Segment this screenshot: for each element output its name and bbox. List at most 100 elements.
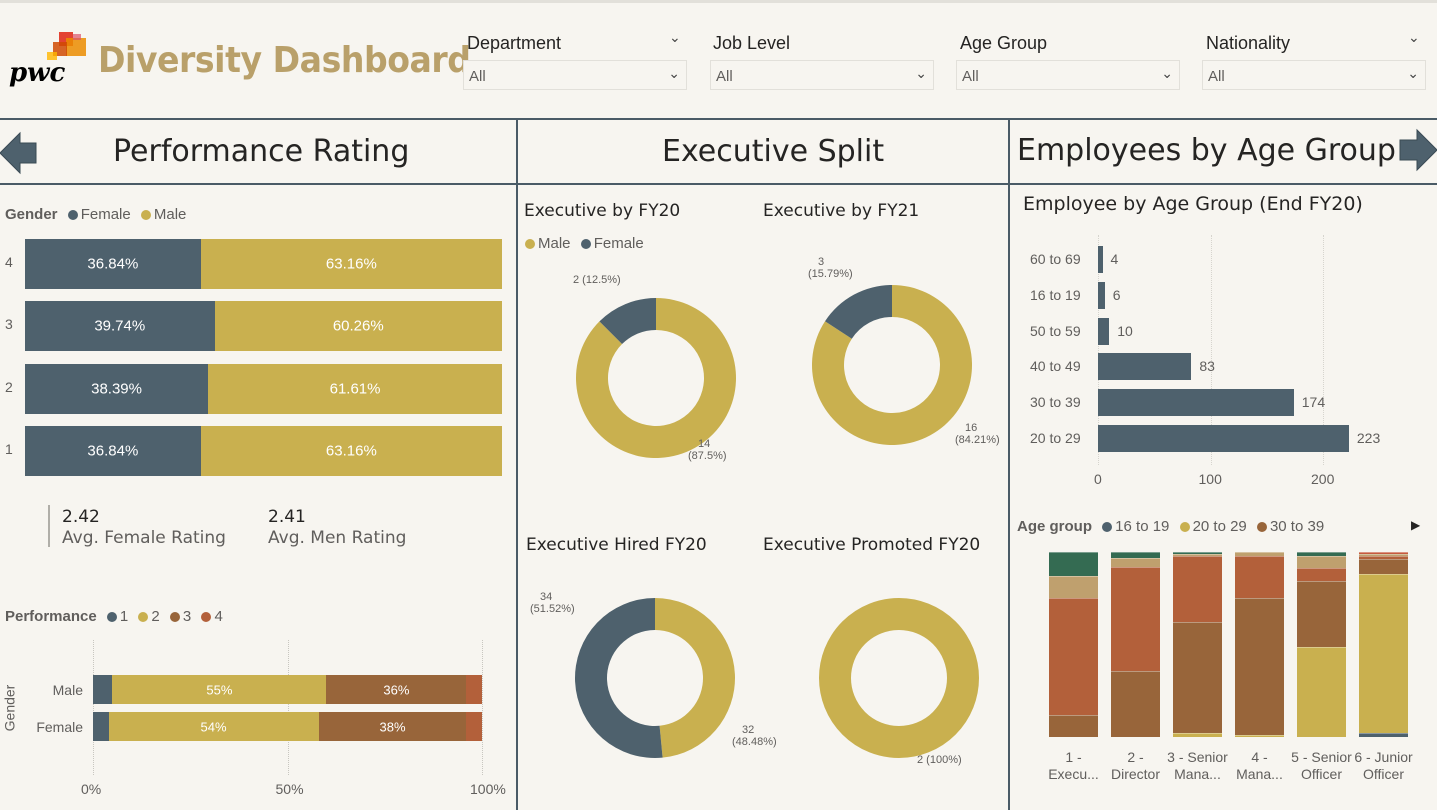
bar-female[interactable]: 36.84% <box>25 239 201 289</box>
chevron-down-icon[interactable]: ⌄ <box>1408 30 1420 46</box>
column-segment[interactable] <box>1173 553 1222 556</box>
age-bar[interactable] <box>1098 246 1103 273</box>
filter-job-level-select[interactable]: All ⌄ <box>710 60 934 90</box>
x-tick-label: 50% <box>275 781 304 797</box>
filter-age-group-select[interactable]: All ⌄ <box>956 60 1180 90</box>
column-segment[interactable] <box>1111 552 1160 558</box>
column-segment[interactable] <box>1359 733 1408 737</box>
column-segment[interactable] <box>1049 598 1098 715</box>
bar-label-male: 63.16% <box>325 442 377 460</box>
column-segment[interactable] <box>1297 646 1346 737</box>
y-tick-label: 40 to 49 <box>1030 358 1081 375</box>
age-bar[interactable] <box>1098 281 1105 309</box>
column-segment[interactable] <box>1049 714 1098 737</box>
column-segment[interactable] <box>1359 553 1408 556</box>
legend-perf-4: 4 <box>214 608 223 625</box>
legend-next-icon[interactable]: ▶ <box>1411 518 1420 532</box>
y-tick-label: 1 <box>5 440 13 457</box>
arrow-left-icon[interactable] <box>0 130 38 180</box>
bar-label-female: 39.74% <box>94 317 146 335</box>
bar-female[interactable]: 38.39% <box>25 363 209 414</box>
column-segment[interactable] <box>1111 557 1160 568</box>
donut-slice[interactable] <box>575 598 663 758</box>
x-tick-label: 5 - Senior Officer <box>1291 749 1352 782</box>
kpi-divider <box>48 505 50 547</box>
perf-split-y-axis-label: Gender <box>1 684 18 732</box>
bar-value-label: 83 <box>1199 358 1215 375</box>
filter-department-select[interactable]: All ⌄ <box>463 60 687 90</box>
bar-male[interactable]: 63.16% <box>200 239 502 289</box>
bar-label-male: 60.26% <box>332 317 384 335</box>
x-tick-label: 4 - Mana... <box>1236 749 1283 782</box>
legend-perf-3: 3 <box>182 608 192 625</box>
x-tick-label: 0% <box>81 781 102 797</box>
filter-department-label: Department <box>467 33 562 53</box>
column-segment[interactable] <box>1297 556 1346 569</box>
gridline <box>287 640 289 775</box>
bar-female[interactable]: 36.84% <box>25 425 201 476</box>
column-segment[interactable] <box>1235 735 1284 737</box>
column-segment[interactable] <box>1359 552 1408 554</box>
arrow-right-icon[interactable] <box>1399 127 1437 177</box>
column-segment[interactable] <box>1049 576 1098 599</box>
kpi-male-label: Avg. Men Rating <box>268 528 407 548</box>
legend-age-20-29: 20 to 29 <box>1192 518 1247 535</box>
age-bar[interactable] <box>1098 389 1294 417</box>
kpi-male-value: 2.41 <box>268 507 306 527</box>
gridline <box>482 640 483 775</box>
chevron-down-icon[interactable]: ⌄ <box>669 30 681 46</box>
column-segment[interactable] <box>1111 567 1160 671</box>
donut-slice[interactable] <box>655 598 735 758</box>
bar-segment[interactable] <box>466 675 482 704</box>
bar-label: 36% <box>383 682 410 697</box>
filter-job-level-value: All <box>716 68 733 85</box>
column-segment[interactable] <box>1297 580 1346 647</box>
bar-segment[interactable]: 38% <box>318 712 467 741</box>
kpi-female-value: 2.42 <box>62 507 100 527</box>
y-tick-label: 30 to 39 <box>1030 394 1081 411</box>
performance-rating-chart: 4 36.84% 63.16% 3 39.74% 60.26% 2 38.39% 61.61% 1… <box>0 238 510 478</box>
column-segment[interactable] <box>1235 552 1284 556</box>
bar-segment[interactable]: 55% <box>112 675 327 704</box>
bar-label: 54% <box>200 719 227 734</box>
chevron-down-icon: ⌄ <box>1161 65 1173 81</box>
x-tick-label: 1 - Execu... <box>1048 749 1099 782</box>
column-segment[interactable] <box>1173 555 1222 622</box>
bar-segment[interactable] <box>466 712 482 741</box>
column-segment[interactable] <box>1049 552 1098 577</box>
age-bar[interactable] <box>1098 353 1192 381</box>
bar-segment[interactable] <box>93 675 113 704</box>
donut-data-label: 34 (51.52%) <box>530 591 575 615</box>
column-segment[interactable] <box>1359 574 1408 734</box>
y-tick-label: Female <box>36 719 83 735</box>
age-bar[interactable] <box>1098 425 1349 452</box>
bar-male[interactable]: 61.61% <box>208 363 502 414</box>
legend-perf-2: 2 <box>151 608 160 625</box>
column-segment[interactable] <box>1173 621 1222 734</box>
bar-female[interactable]: 39.74% <box>25 301 215 352</box>
y-tick-label: 50 to 59 <box>1030 322 1081 339</box>
filter-age-group-value: All <box>962 68 979 85</box>
bar-segment[interactable] <box>93 712 109 741</box>
column-segment[interactable] <box>1297 568 1346 581</box>
column-segment[interactable] <box>1297 552 1346 557</box>
bar-male[interactable]: 60.26% <box>214 301 502 352</box>
donut-slice[interactable] <box>819 598 979 758</box>
bar-label-female: 38.39% <box>91 380 142 398</box>
column-segment[interactable] <box>1173 552 1222 554</box>
column-segment[interactable] <box>1359 555 1408 560</box>
column-segment[interactable] <box>1359 559 1408 575</box>
legend-dot-4 <box>201 612 212 622</box>
bar-segment[interactable]: 36% <box>326 675 467 704</box>
bar-segment[interactable]: 54% <box>108 712 319 741</box>
legend-dot-2 <box>138 612 149 622</box>
bar-male[interactable]: 63.16% <box>200 425 502 476</box>
column-segment[interactable] <box>1235 598 1284 736</box>
bar-label-female: 36.84% <box>87 442 139 460</box>
column-segment[interactable] <box>1173 733 1222 737</box>
filter-nationality-select[interactable]: All ⌄ <box>1202 60 1426 90</box>
column-segment[interactable] <box>1111 670 1160 737</box>
column-segment[interactable] <box>1235 555 1284 599</box>
y-tick-label: 4 <box>5 254 13 270</box>
age-bar[interactable] <box>1098 317 1110 345</box>
